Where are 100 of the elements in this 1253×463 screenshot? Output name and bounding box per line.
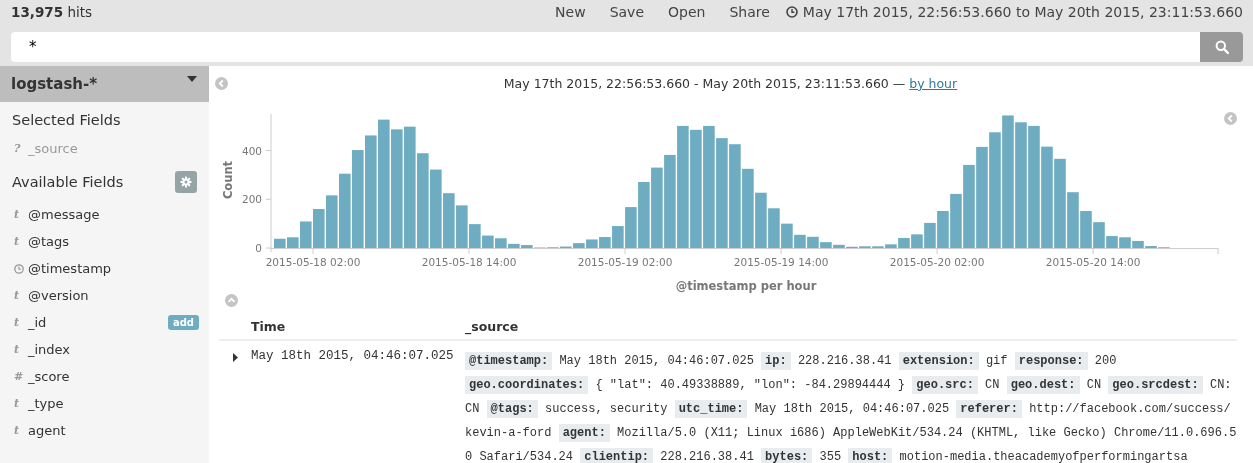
y-tick-label: 400 [241,144,262,157]
histogram-bar[interactable] [1119,237,1131,248]
y-tick-label: 0 [255,242,262,254]
histogram-bar[interactable] [781,223,793,248]
histogram-bar[interactable] [430,169,442,248]
index-pattern-selector[interactable]: logstash-* [0,66,209,102]
histogram-bar[interactable] [443,193,455,248]
histogram-bar[interactable] [391,129,403,248]
histogram-bar[interactable] [1028,125,1040,248]
histogram-bar[interactable] [950,193,962,248]
field-type-mark: t [14,424,21,437]
field-type-mark: ? [14,142,22,155]
histogram-bar[interactable] [417,153,429,248]
histogram-bar[interactable] [768,208,780,248]
histogram-bar[interactable] [352,150,364,248]
field-item[interactable]: @timestamp [0,255,209,282]
histogram-bar[interactable] [729,144,741,248]
field-item[interactable]: t _type [0,390,209,417]
field-type-mark: t [14,316,21,329]
x-tick-label: 2015-05-18 14:00 [421,256,517,268]
histogram-bar[interactable] [885,244,897,248]
histogram-bar[interactable] [1080,210,1092,248]
clock-icon [14,262,24,275]
histogram-bar[interactable] [755,192,767,248]
histogram-bar[interactable] [963,164,975,248]
histogram-bar[interactable] [651,167,663,248]
x-axis-label: @timestamp per hour [675,279,817,293]
histogram-bar[interactable] [586,239,598,248]
histogram-bar[interactable] [1093,222,1105,248]
histogram-bar[interactable] [339,173,351,248]
source-cell-text: @timestamp: May 18th 2015, 04:46:07.025 ip: 228.216.38.41 extension: gif response: 200 geo.coordinates: { "lat": 40.49338889, "lon": -84.29894444 } geo.src: CN geo.dest: CN geo.srcdest: CN:CN @tags: success, security utc_time: May 18th 2015, 04:46:07.025 referer: http://facebook.com/success/kevin-a-ford agent: Mozilla/5.0 (X11; Linux i686) AppleWebKit/534.24 (KHTML, like Gecko) Chrome/11.0.696.50 Safari/534.24 clientip: 228.216.38.41 bytes: 355 host: motion-media.theacademyofperformingartsa [465,351,1237,463]
histogram-bar[interactable] [300,221,312,248]
histogram-bar[interactable] [1067,192,1079,248]
field-type-mark: t [14,289,21,302]
field-item[interactable]: t _id add [0,309,209,336]
histogram-bar[interactable] [911,234,923,248]
histogram-bar[interactable] [1002,115,1014,248]
menu-link[interactable]: Save [609,4,645,20]
histogram-bar[interactable] [313,209,325,248]
histogram-bar[interactable] [833,244,845,248]
histogram-bar[interactable] [1041,146,1053,248]
histogram-bar[interactable] [807,236,819,248]
histogram-bar[interactable] [638,181,650,248]
histogram-bar[interactable] [326,195,338,248]
field-item[interactable]: t agent [0,417,209,444]
histogram-bar[interactable] [482,235,494,248]
histogram-bar[interactable] [469,224,481,248]
histogram-bar[interactable] [573,243,585,248]
histogram-bar[interactable] [1015,122,1027,248]
histogram-bar[interactable] [664,154,676,248]
search-field[interactable]: * [11,32,1200,62]
settings-button[interactable] [175,171,197,193]
field-item[interactable]: t @version [0,282,209,309]
histogram-bar[interactable] [690,129,702,248]
histogram-bar[interactable] [456,205,468,248]
menu-link[interactable]: Open [668,4,706,20]
x-tick-label: 2015-05-20 02:00 [889,256,985,268]
search-button[interactable] [1200,32,1243,62]
field-item[interactable]: # _score [0,363,209,390]
histogram-bar[interactable] [898,238,910,248]
histogram-bar[interactable] [989,132,1001,248]
caret-icon [187,76,197,82]
histogram-bar[interactable] [378,119,390,248]
histogram-bar[interactable] [599,237,611,248]
histogram-bar[interactable] [716,138,728,248]
field-item[interactable]: t _index [0,336,209,363]
histogram-bar[interactable] [287,237,299,248]
histogram-bar[interactable] [976,146,988,248]
histogram-bar[interactable] [612,226,624,248]
histogram-bar[interactable] [404,126,416,248]
histogram-bar[interactable] [625,207,637,248]
clock-icon [785,6,798,18]
histogram-bar[interactable] [703,125,715,248]
menu-link[interactable]: New [555,4,586,20]
histogram-bar[interactable] [508,243,520,248]
histogram-bar[interactable] [521,245,533,248]
field-item[interactable]: t @tags [0,228,209,255]
x-tick-label: 2015-05-19 02:00 [577,256,673,268]
field-type-mark: # [14,370,25,383]
histogram-bar[interactable] [794,234,806,248]
histogram-bar[interactable] [937,210,949,248]
histogram-bar[interactable] [1054,158,1066,248]
y-tick-label: 200 [241,193,262,206]
column-header[interactable]: _source [465,318,1237,334]
histogram-bar[interactable] [365,135,377,248]
column-header[interactable]: Time [251,318,465,334]
x-tick-label: 2015-05-18 02:00 [265,256,361,268]
time-range-link[interactable]: May 17th 2015, 22:56:53.660 to May 20th 2015, 23:11:53.660 [785,4,1243,20]
menu-link[interactable]: Share [729,4,770,20]
histogram-bar[interactable] [820,242,832,248]
histogram-bar[interactable] [274,238,286,248]
interval-link[interactable]: by hour [909,75,958,91]
y-axis-label: Count [221,160,235,200]
histogram-bar[interactable] [1106,236,1118,248]
field-item[interactable]: t @message [0,201,209,228]
histogram-bar[interactable] [924,222,936,248]
histogram-bar[interactable] [677,125,689,248]
histogram-bar[interactable] [742,168,754,248]
histogram-bar[interactable] [1132,240,1144,248]
histogram-bar[interactable] [495,238,507,248]
